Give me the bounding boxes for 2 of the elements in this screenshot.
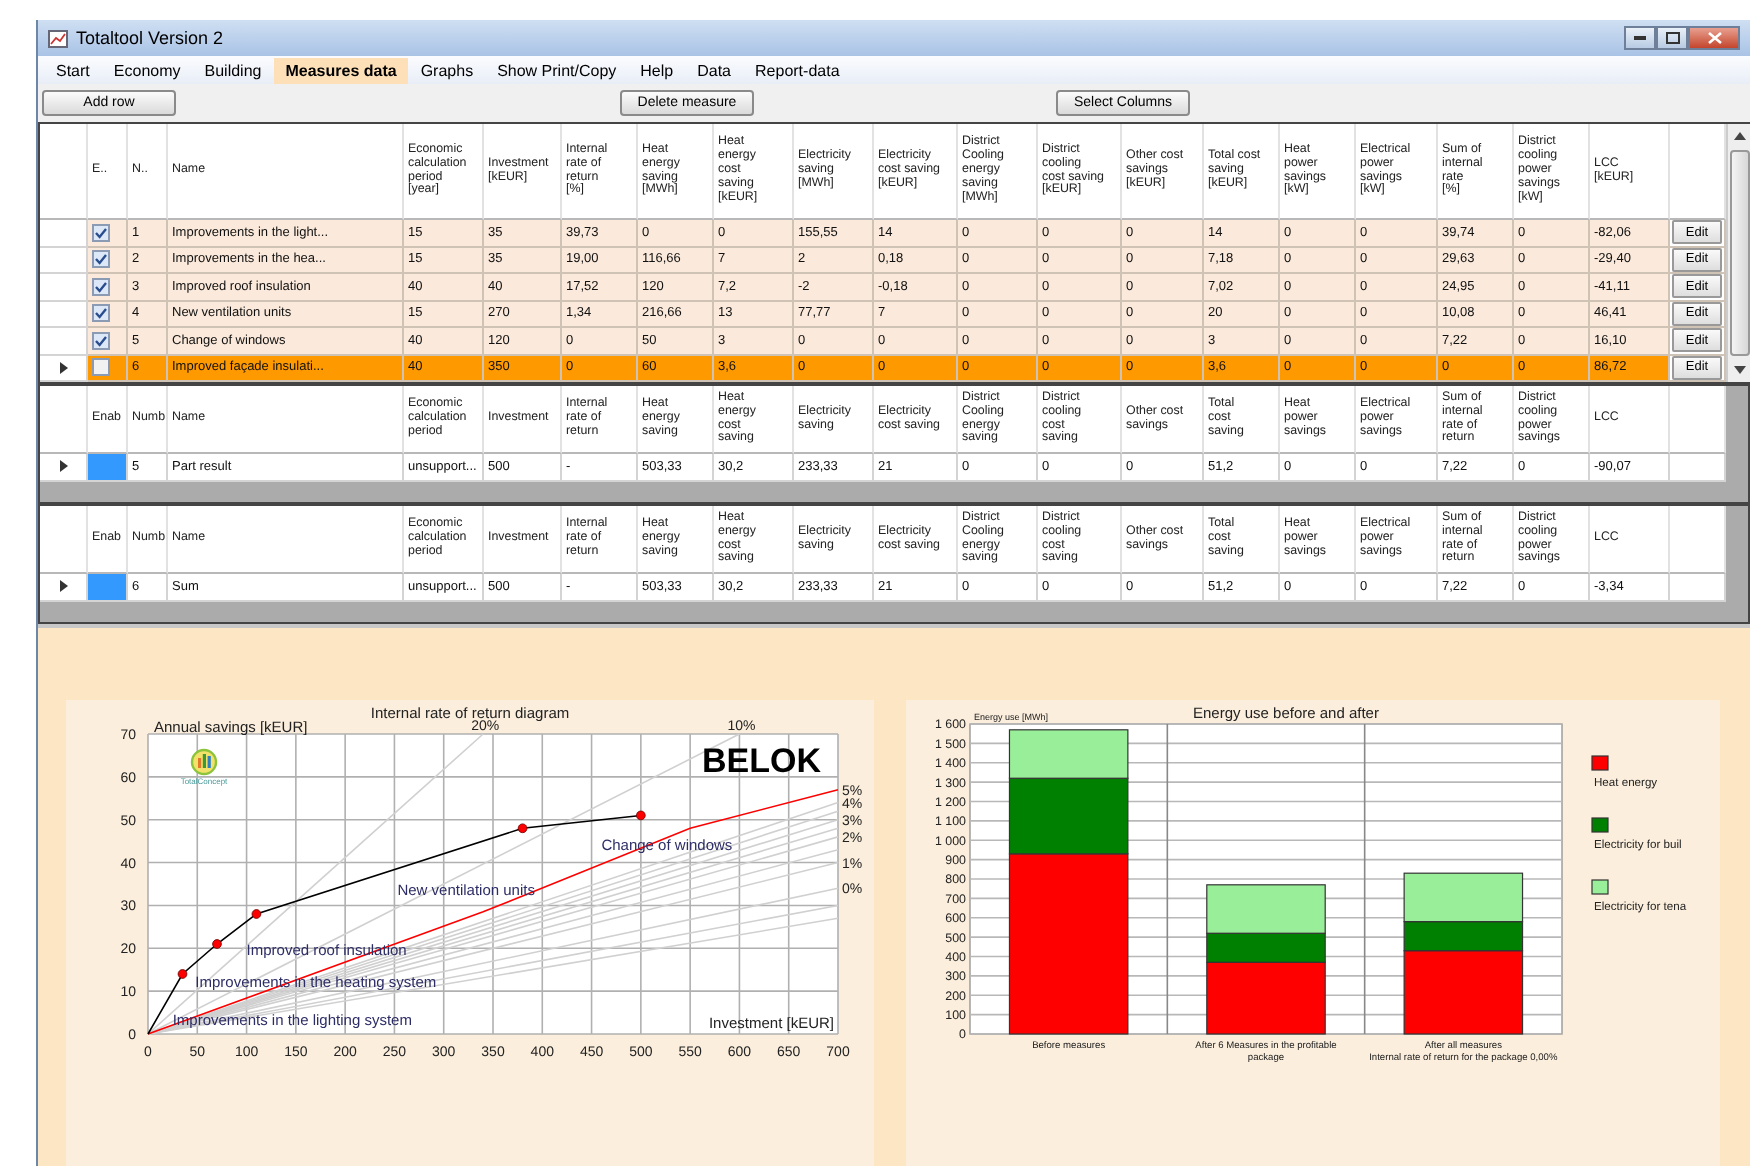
logo-text: BELOK	[702, 742, 821, 780]
window-title: Totaltool Version 2	[76, 28, 224, 48]
